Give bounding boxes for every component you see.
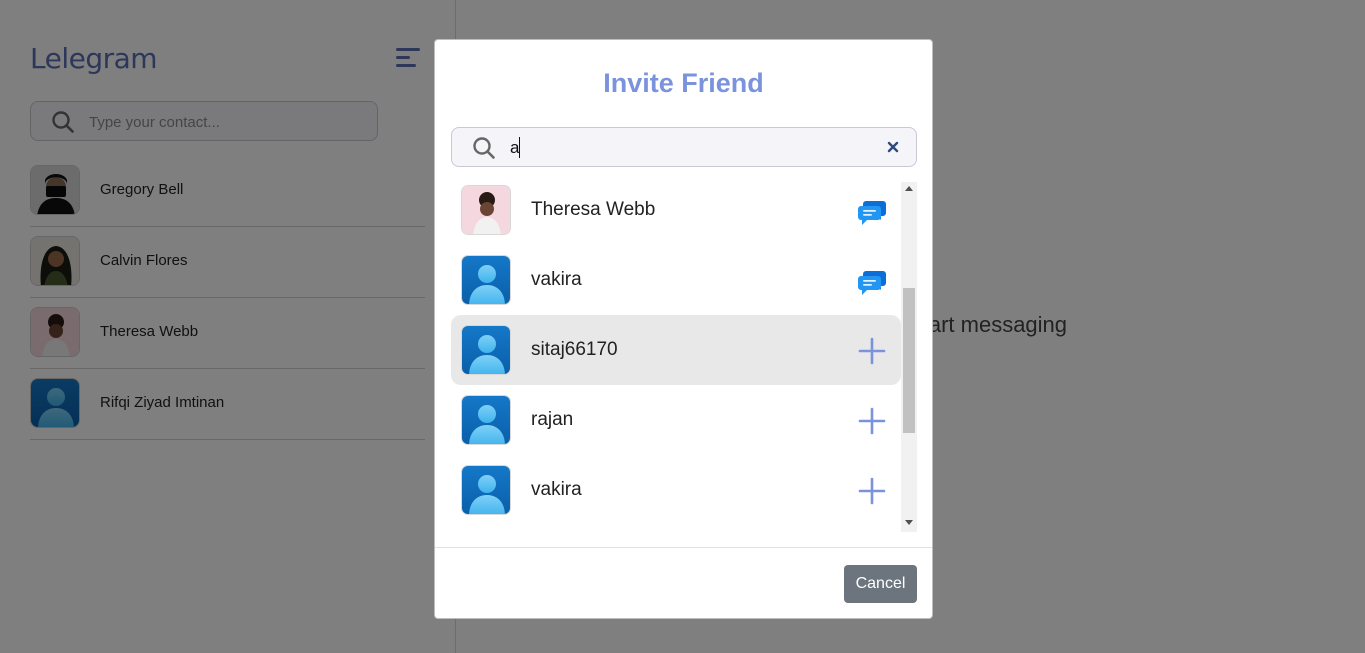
text-caret	[519, 137, 520, 158]
chat-icon[interactable]	[857, 196, 887, 226]
results-scrollbar[interactable]	[901, 182, 917, 532]
chat-icon[interactable]	[857, 266, 887, 296]
add-friend-icon[interactable]	[857, 336, 887, 366]
avatar	[461, 325, 511, 375]
clear-search-icon[interactable]	[886, 140, 900, 154]
add-friend-icon[interactable]	[857, 406, 887, 436]
result-name: Theresa Webb	[531, 199, 656, 220]
avatar	[461, 465, 511, 515]
scroll-up-arrow[interactable]	[905, 186, 913, 191]
result-name: sitaj66170	[531, 339, 618, 360]
cancel-button[interactable]: Cancel	[844, 565, 917, 603]
result-row[interactable]: sitaj66170	[451, 315, 901, 385]
result-name: rajan	[531, 409, 574, 430]
result-row[interactable]: Theresa Webb	[451, 182, 901, 245]
search-icon	[472, 136, 496, 160]
scroll-thumb[interactable]	[903, 288, 915, 433]
modal-footer: Cancel	[435, 547, 932, 619]
result-name: vakira	[531, 479, 582, 500]
avatar	[461, 255, 511, 305]
scroll-down-arrow[interactable]	[905, 520, 913, 525]
search-results-list: Theresa Webb vakira sitaj66170 rajan vak…	[451, 182, 917, 532]
avatar	[461, 395, 511, 445]
result-row[interactable]: vakira	[451, 245, 901, 315]
result-row[interactable]: vakira	[451, 455, 901, 525]
result-row[interactable]: rajan	[451, 385, 901, 455]
modal-title: Invite Friend	[603, 68, 764, 98]
friend-search-input[interactable]: a	[451, 127, 917, 167]
avatar	[461, 185, 511, 235]
invite-friend-modal: Invite Friend a Theresa Webb vakira sita…	[434, 39, 933, 619]
add-friend-icon[interactable]	[857, 476, 887, 506]
result-name: vakira	[531, 269, 582, 290]
